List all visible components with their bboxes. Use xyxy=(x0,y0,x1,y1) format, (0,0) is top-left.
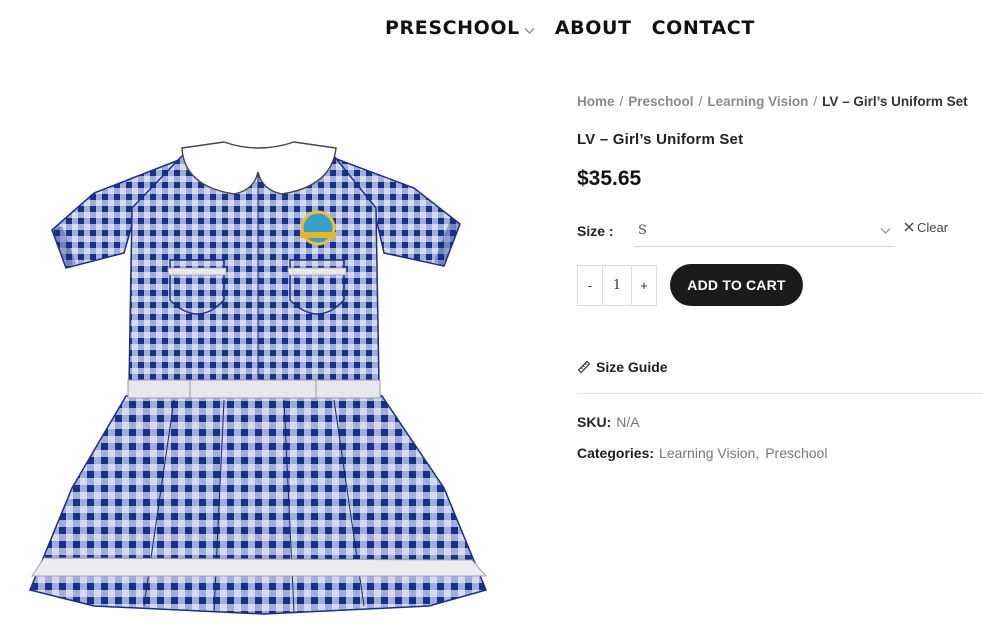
main-nav: PRESCHOOL ABOUT CONTACT xyxy=(385,16,755,40)
quantity-input[interactable] xyxy=(602,265,632,305)
breadcrumb-separator: / xyxy=(698,94,703,109)
product-title: LV – Girl’s Uniform Set xyxy=(577,131,744,148)
nav-item-label: PRESCHOOL xyxy=(385,17,520,39)
breadcrumb-separator: / xyxy=(619,94,624,109)
size-variation: Size : S Clear xyxy=(577,215,983,255)
quantity-minus-button[interactable]: - xyxy=(578,266,602,305)
breadcrumb: Home / Preschool / Learning Vision / LV … xyxy=(577,94,983,109)
sku-row: SKU: N/A xyxy=(577,414,983,430)
ruler-icon xyxy=(577,360,591,374)
category-link-learning-vision[interactable]: Learning Vision xyxy=(659,445,755,461)
divider xyxy=(577,393,983,394)
breadcrumb-separator: / xyxy=(813,94,818,109)
close-icon xyxy=(904,220,914,235)
sku-label: SKU: xyxy=(577,414,612,430)
size-guide-link[interactable]: Size Guide xyxy=(577,359,983,375)
clear-size-button[interactable]: Clear xyxy=(904,220,948,235)
categories-label: Categories: xyxy=(577,445,655,461)
category-link-preschool[interactable]: Preschool xyxy=(765,445,827,461)
product-summary: Home / Preschool / Learning Vision / LV … xyxy=(577,94,983,461)
nav-item-about[interactable]: ABOUT xyxy=(555,17,632,39)
add-to-cart-row: - + ADD TO CART xyxy=(577,264,983,306)
quantity-stepper: - + xyxy=(577,264,657,306)
categories-row: Categories: Learning Vision , Preschool xyxy=(577,445,983,461)
add-to-cart-button[interactable]: ADD TO CART xyxy=(670,264,803,306)
product-price: $35.65 xyxy=(577,167,642,190)
chevron-down-icon xyxy=(524,18,535,40)
breadcrumb-learning-vision[interactable]: Learning Vision xyxy=(707,94,808,109)
size-select[interactable]: S xyxy=(634,215,895,247)
product-meta: SKU: N/A Categories: Learning Vision , P… xyxy=(577,414,983,461)
size-select-value: S xyxy=(638,223,647,238)
nav-item-label: ABOUT xyxy=(554,17,632,39)
quantity-plus-button[interactable]: + xyxy=(632,266,656,305)
product-image[interactable] xyxy=(24,128,504,633)
nav-item-preschool[interactable]: PRESCHOOL xyxy=(385,16,535,40)
nav-item-contact[interactable]: CONTACT xyxy=(652,17,755,39)
breadcrumb-preschool[interactable]: Preschool xyxy=(628,94,693,109)
size-guide-label: Size Guide xyxy=(596,359,668,375)
sku-value: N/A xyxy=(616,414,640,430)
chevron-down-icon xyxy=(880,222,891,240)
category-separator: , xyxy=(755,445,760,461)
dress-illustration-icon xyxy=(28,141,488,615)
clear-label: Clear xyxy=(917,220,949,235)
breadcrumb-home[interactable]: Home xyxy=(577,94,615,109)
nav-item-label: CONTACT xyxy=(651,17,755,39)
size-label: Size : xyxy=(577,223,614,239)
breadcrumb-current: LV – Girl’s Uniform Set xyxy=(822,94,968,109)
